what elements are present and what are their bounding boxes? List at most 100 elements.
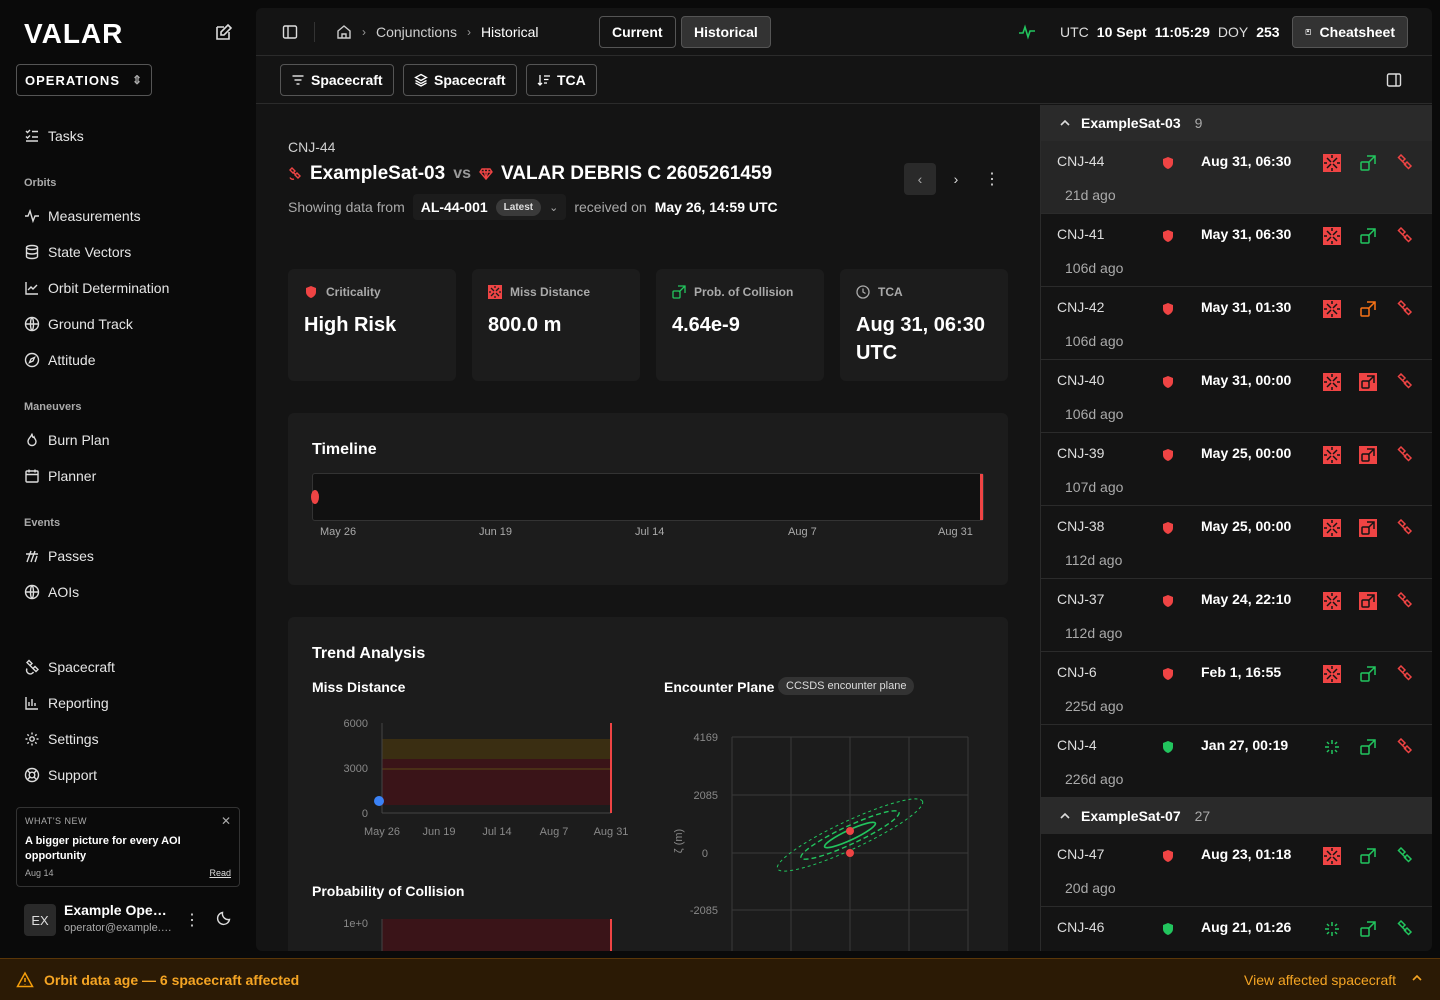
list-item[interactable]: CNJ-47 20d ago Aug 23, 01:18 [1041, 834, 1432, 907]
dataset-select[interactable]: AL-44-001 Latest ⌄ [412, 194, 567, 220]
sidebar-item-planner[interactable]: Planner [24, 466, 96, 486]
home-icon[interactable] [336, 24, 352, 40]
criticality-value: High Risk [304, 314, 397, 336]
group-header[interactable]: ExampleSat-03 9 [1041, 105, 1432, 141]
secondary-object-point [846, 827, 854, 835]
compass-icon [24, 352, 40, 368]
close-icon[interactable]: ✕ [221, 814, 231, 828]
y-tick-label: 1e+0 [343, 918, 368, 930]
satellite-icon [1397, 227, 1413, 243]
gear-icon [25, 732, 39, 746]
satellite-icon [1397, 519, 1413, 535]
probability-icon [672, 285, 686, 299]
sidebar-item-label: Attitude [48, 352, 96, 368]
next-button[interactable]: › [946, 163, 966, 195]
banner-text: Orbit data age — 6 spacecraft affected [44, 972, 300, 988]
sort-tca-button[interactable]: TCA [526, 64, 597, 96]
user-profile[interactable]: EX Example Operator operator@example.com… [24, 902, 240, 938]
list-item[interactable]: CNJ-41 106d ago May 31, 06:30 [1041, 214, 1432, 287]
miss-distance-point[interactable] [374, 796, 384, 806]
age-label: 112d ago [1065, 552, 1123, 568]
collision-icon [1323, 373, 1341, 391]
x-tick-label: Jul 14 [482, 826, 511, 838]
data-source-row: Showing data from AL-44-001 Latest ⌄ rec… [288, 194, 778, 220]
more-vertical-icon[interactable]: ⋮ [184, 910, 200, 930]
tca-time: May 25, 00:00 [1201, 518, 1292, 534]
sidebar-item-tasks[interactable]: Tasks [24, 126, 84, 146]
list-item[interactable]: CNJ-37 112d ago May 24, 22:10 [1041, 579, 1432, 652]
current-button[interactable]: Current [599, 16, 676, 48]
tca-time: May 31, 06:30 [1201, 226, 1292, 242]
satellite-icon [1397, 300, 1413, 316]
sidebar-item-aois[interactable]: AOIs [24, 582, 79, 602]
conjunction-id: CNJ-42 [1057, 299, 1105, 315]
satellite-icon [1397, 154, 1413, 170]
list-item[interactable]: CNJ-38 112d ago May 25, 00:00 [1041, 506, 1432, 579]
panel-toggle-icon[interactable] [1386, 72, 1402, 88]
sidebar-item-state-vectors[interactable]: State Vectors [24, 242, 131, 262]
probability-icon [1360, 848, 1376, 864]
collision-icon [1323, 847, 1341, 865]
sidebar-item-orbit-determination[interactable]: Orbit Determination [24, 278, 169, 298]
chevron-updown-icon: ⇕ [131, 73, 143, 87]
list-item[interactable]: CNJ-46 Aug 21, 01:26 [1041, 907, 1432, 951]
list-item[interactable]: CNJ-44 21d ago Aug 31, 06:30 [1041, 141, 1432, 214]
workspace-selector[interactable]: OPERATIONS ⇕ [16, 64, 152, 96]
database-icon [25, 244, 39, 260]
sidebar-item-passes[interactable]: Passes [24, 546, 94, 566]
moon-icon[interactable] [216, 910, 232, 926]
list-item[interactable]: CNJ-42 106d ago May 31, 01:30 [1041, 287, 1432, 360]
shield-icon [1163, 595, 1173, 607]
tca-time: Feb 1, 16:55 [1201, 664, 1282, 680]
sidebar-item-label: Reporting [48, 695, 109, 711]
shield-icon [1163, 157, 1173, 169]
grid [731, 736, 969, 951]
whats-new-read-link[interactable]: Read [209, 868, 231, 878]
activity-icon [25, 208, 39, 224]
probability-chart: 1e+0 [343, 918, 612, 951]
edit-icon[interactable] [214, 22, 234, 42]
sidebar-item-ground-track[interactable]: Ground Track [24, 314, 133, 334]
risk-band-medium [382, 739, 611, 759]
tca-time: May 25, 00:00 [1201, 445, 1292, 461]
sidebar-item-label: Orbit Determination [48, 280, 170, 296]
miss-distance-card: Miss Distance 800.0 m [472, 269, 640, 381]
age-label: 20d ago [1065, 880, 1116, 896]
filter-spacecraft-button[interactable]: Spacecraft [280, 64, 394, 96]
age-label: 106d ago [1065, 406, 1124, 422]
sidebar-item-attitude[interactable]: Attitude [24, 350, 95, 370]
view-affected-link[interactable]: View affected spacecraft [1244, 972, 1396, 988]
trend-analysis-card: Trend Analysis Miss Distance Encounter P… [288, 617, 1008, 951]
chevron-down-icon: ⌄ [549, 201, 559, 214]
previous-button[interactable]: ‹ [904, 163, 936, 195]
chevron-up-icon[interactable] [1410, 971, 1424, 985]
historical-button[interactable]: Historical [681, 16, 771, 48]
cheatsheet-button[interactable]: Cheatsheet [1292, 16, 1408, 48]
sidebar-item-spacecraft[interactable]: Spacecraft [24, 657, 115, 677]
group-spacecraft-button[interactable]: Spacecraft [403, 64, 517, 96]
main-panel: › Conjunctions › Historical Current Hist… [256, 8, 1432, 951]
collision-icon [1323, 227, 1341, 245]
timeline-track[interactable] [311, 473, 984, 521]
timeline-start-marker [311, 490, 319, 504]
miss-distance-chart: 6000 3000 0 May 26 Jun 19 Jul 14 Aug 7 A… [344, 718, 628, 838]
probability-icon [1359, 519, 1377, 537]
more-vertical-icon[interactable]: ⋮ [982, 163, 1002, 195]
list-item[interactable]: CNJ-39 107d ago May 25, 00:00 [1041, 433, 1432, 506]
conjunction-list: ExampleSat-03 9 CNJ-44 21d ago Aug 31, 06:30… [1040, 105, 1432, 951]
list-item[interactable]: CNJ-6 225d ago Feb 1, 16:55 [1041, 652, 1432, 725]
breadcrumb-conjunctions[interactable]: Conjunctions [376, 24, 457, 40]
probability-icon [1359, 592, 1377, 610]
list-item[interactable]: CNJ-4 226d ago Jan 27, 00:19 [1041, 725, 1432, 798]
sidebar-item-support[interactable]: Support [24, 765, 97, 785]
utc-date: 10 Sept [1096, 24, 1147, 40]
breadcrumb-historical[interactable]: Historical [481, 24, 539, 40]
sidebar-item-settings[interactable]: Settings [24, 729, 99, 749]
sidebar-item-burn-plan[interactable]: Burn Plan [24, 430, 109, 450]
list-item[interactable]: CNJ-40 106d ago May 31, 00:00 [1041, 360, 1432, 433]
sidebar-item-reporting[interactable]: Reporting [24, 693, 109, 713]
sidebar-toggle-icon[interactable] [282, 24, 298, 40]
group-label: Spacecraft [434, 72, 506, 88]
sidebar-item-measurements[interactable]: Measurements [24, 206, 141, 226]
group-header[interactable]: ExampleSat-07 27 [1041, 798, 1432, 834]
